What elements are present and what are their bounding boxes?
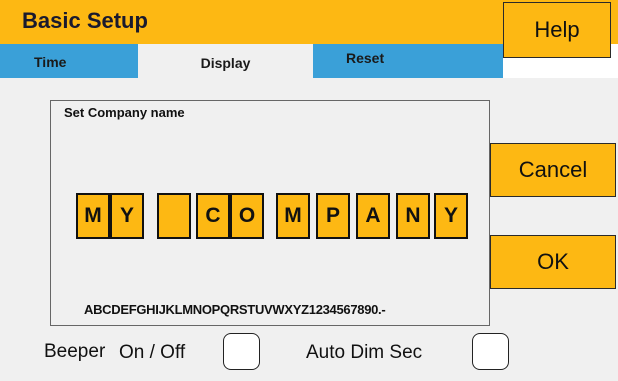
char-slot-3[interactable] [157, 193, 191, 239]
char-slot-7[interactable]: P [316, 193, 350, 239]
char-slot-5[interactable]: O [230, 193, 264, 239]
char-slot-1[interactable]: M [76, 193, 110, 239]
beeper-checkbox[interactable] [223, 333, 260, 370]
char-slot-10[interactable]: Y [434, 193, 468, 239]
tab-bar: Time Display Reset [0, 44, 503, 78]
page-title: Basic Setup [22, 8, 148, 33]
char-slot-9[interactable]: N [396, 193, 430, 239]
char-slot-6[interactable]: M [276, 193, 310, 239]
tab-reset[interactable]: Reset [313, 44, 503, 78]
auto-dim-label: Auto Dim Sec [306, 342, 423, 363]
char-slot-2[interactable]: Y [110, 193, 144, 239]
char-slot-8[interactable]: A [356, 193, 390, 239]
company-name-label: Set Company name [64, 105, 185, 120]
auto-dim-checkbox[interactable] [472, 333, 509, 370]
cancel-button[interactable]: Cancel [490, 143, 616, 197]
beeper-label: Beeper [44, 341, 106, 362]
tab-display[interactable]: Display [138, 44, 313, 78]
ok-button[interactable]: OK [490, 235, 616, 289]
beeper-on-off-label: On / Off [119, 342, 186, 363]
char-slot-4[interactable]: C [196, 193, 230, 239]
character-set-strip[interactable]: ABCDEFGHIJKLMNOPQRSTUVWXYZ1234567890.- [84, 302, 386, 317]
help-button[interactable]: Help [503, 2, 611, 58]
tab-time[interactable]: Time [0, 44, 138, 78]
